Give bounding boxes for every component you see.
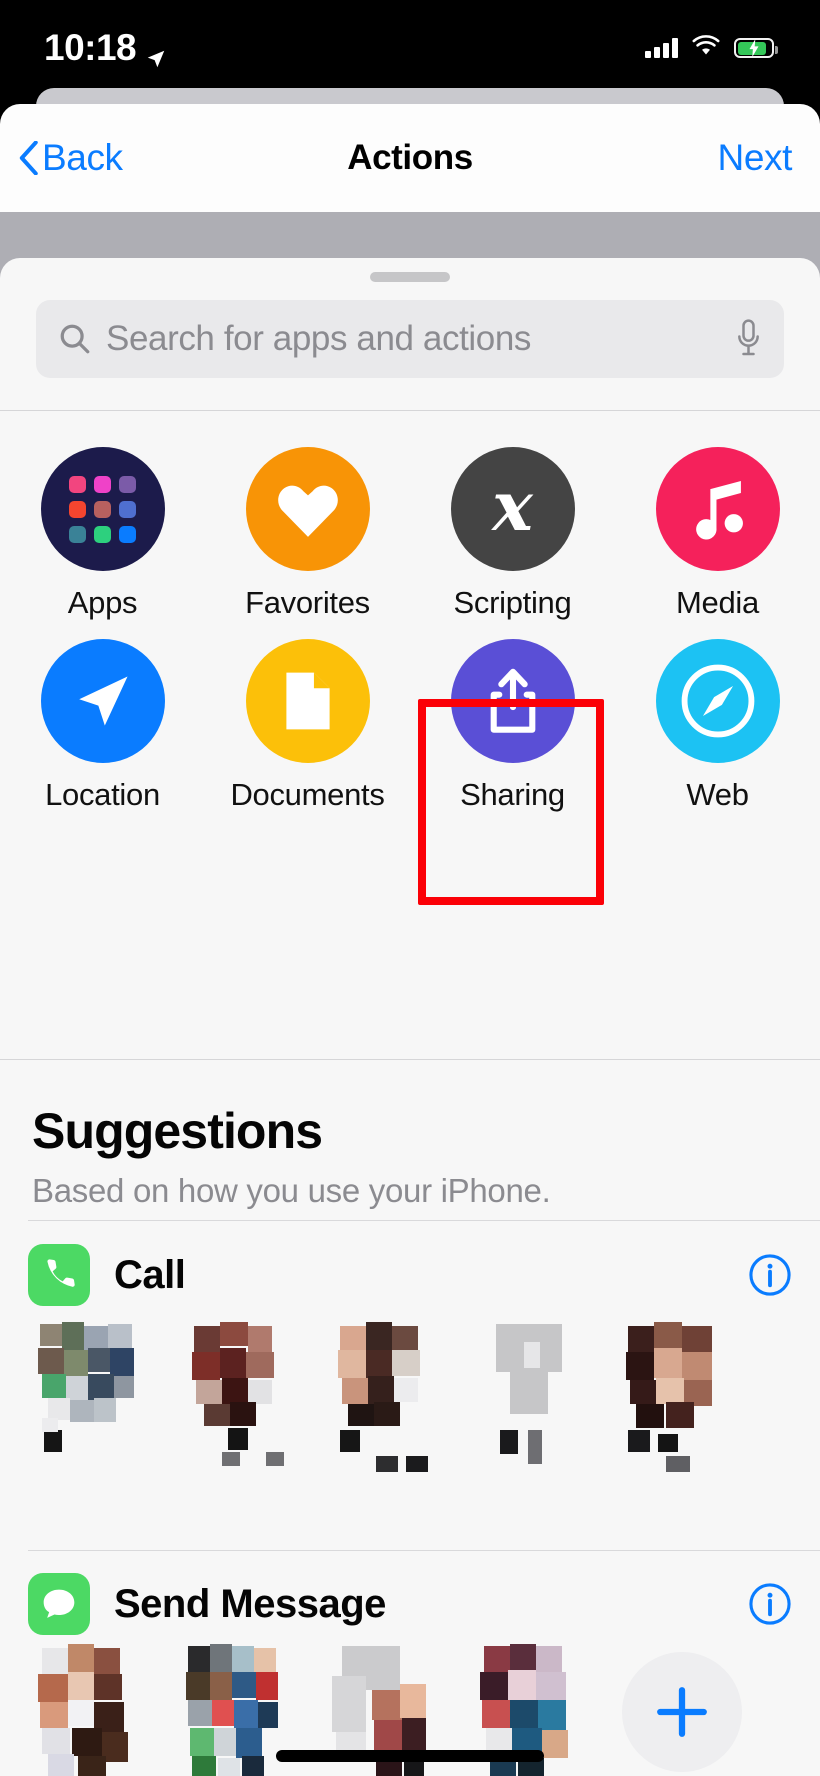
music-note-icon: [655, 447, 780, 571]
status-time-group: 10:18: [44, 27, 167, 69]
call-contacts-list: [0, 1312, 820, 1472]
apps-grid-icon: [40, 447, 165, 571]
category-label: Sharing: [460, 777, 565, 812]
location-arrow-icon: [145, 37, 167, 68]
battery-charging-icon: [734, 38, 778, 58]
category-label: Favorites: [245, 585, 370, 620]
category-grid: Apps Favorites x Scripting Media Locatio…: [0, 411, 820, 1059]
contact-avatar[interactable]: [22, 1312, 170, 1462]
status-time: 10:18: [44, 27, 137, 68]
wifi-icon: [691, 34, 721, 62]
back-button[interactable]: Back: [18, 137, 123, 179]
category-web[interactable]: Web: [615, 639, 820, 831]
plus-icon: [657, 1687, 707, 1737]
send-message-row-header[interactable]: Send Message: [0, 1550, 820, 1636]
contact-avatar[interactable]: [170, 1312, 318, 1466]
category-apps[interactable]: Apps: [0, 447, 205, 639]
send-message-row-title: Send Message: [114, 1581, 386, 1626]
search-bar[interactable]: Search for apps and actions: [36, 300, 784, 378]
back-button-label: Back: [42, 137, 123, 178]
category-documents[interactable]: Documents: [205, 639, 410, 831]
nav-bar-container: Back Actions Next: [0, 104, 820, 212]
status-indicators: [645, 34, 778, 62]
suggestions-subtitle: Based on how you use your iPhone.: [32, 1172, 551, 1209]
info-circle-icon[interactable]: [748, 1582, 792, 1626]
scripting-x-glyph: x: [492, 467, 533, 547]
document-icon: [245, 639, 370, 763]
info-circle-icon[interactable]: [748, 1253, 792, 1297]
search-input[interactable]: Search for apps and actions: [106, 319, 735, 359]
messages-bubble-icon: [28, 1573, 90, 1635]
status-bar: 10:18: [0, 0, 820, 96]
next-button[interactable]: Next: [718, 137, 793, 179]
suggestion-row-call: Call: [0, 1220, 820, 1550]
category-label: Documents: [230, 777, 385, 812]
microphone-icon[interactable]: [735, 319, 762, 359]
category-label: Location: [45, 777, 160, 812]
suggestions-header: Suggestions Based on how you use your iP…: [0, 1060, 820, 1220]
category-label: Scripting: [453, 585, 572, 620]
category-location[interactable]: Location: [0, 639, 205, 831]
page-title: Actions: [347, 138, 473, 177]
category-label: Web: [686, 777, 749, 812]
safari-compass-icon: [655, 639, 780, 763]
heart-icon: [245, 447, 370, 571]
paper-plane-icon: [40, 639, 165, 763]
italic-x-icon: x: [450, 447, 575, 571]
category-media[interactable]: Media: [615, 447, 820, 639]
home-indicator: [276, 1750, 544, 1762]
share-upload-icon: [450, 639, 575, 763]
phone-icon: [28, 1244, 90, 1306]
call-row-title: Call: [114, 1252, 186, 1297]
call-row-header[interactable]: Call: [0, 1220, 820, 1306]
category-label: Media: [676, 585, 759, 620]
contact-avatar[interactable]: [318, 1312, 466, 1472]
search-zone: Search for apps and actions: [0, 288, 820, 410]
contact-avatar[interactable]: [22, 1640, 170, 1776]
sheet-grabber-handle[interactable]: [370, 272, 450, 282]
add-contact-button[interactable]: [622, 1652, 742, 1772]
contact-avatar[interactable]: [466, 1312, 614, 1464]
action-picker-sheet: Search for apps and actions Apps Favorit…: [0, 212, 820, 1776]
suggestions-title: Suggestions: [32, 1103, 323, 1159]
category-sharing[interactable]: Sharing: [410, 639, 615, 831]
nav-bar: Back Actions Next: [0, 104, 820, 212]
category-favorites[interactable]: Favorites: [205, 447, 410, 639]
contact-avatar[interactable]: [614, 1312, 762, 1472]
category-label: Apps: [67, 585, 138, 620]
search-icon: [58, 322, 92, 356]
chevron-left-icon: [18, 140, 38, 176]
sheet-content: Search for apps and actions Apps Favorit…: [0, 258, 820, 1776]
phone-screen: 10:18 Back Actions Next Search for apps …: [0, 0, 820, 1776]
cellular-signal-icon: [645, 38, 678, 58]
category-scripting[interactable]: x Scripting: [410, 447, 615, 639]
suggestion-row-send-message: Send Message: [0, 1550, 820, 1776]
